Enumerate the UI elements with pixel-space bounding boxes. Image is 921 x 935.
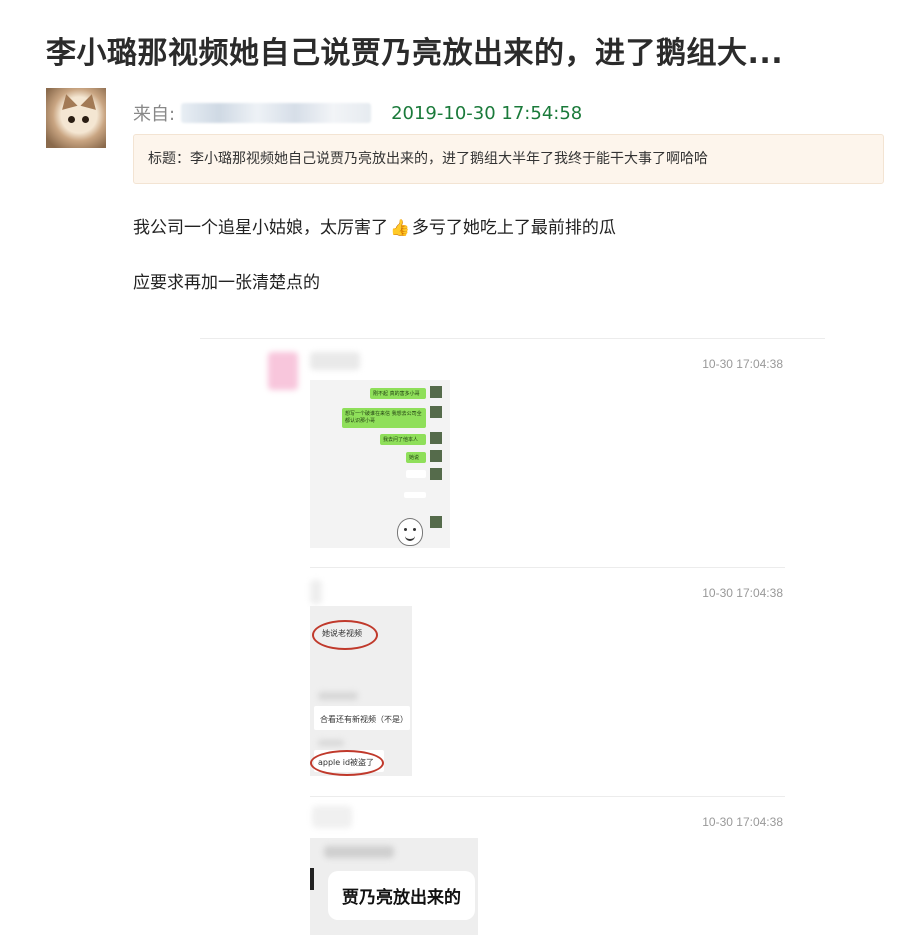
sticker-face-icon — [397, 518, 423, 546]
chat-screenshot-1[interactable]: 刚不起 真的害多小哥 想写一个破谁在来信 我想去公司全都认识那小哥 我去问了他本… — [310, 380, 450, 548]
note-text: 她说老视频 — [322, 629, 362, 638]
blurred-text — [318, 692, 358, 700]
cat-ear-icon — [58, 92, 78, 110]
note-text: apple id被盗了 — [318, 758, 375, 767]
cat-ear-icon — [80, 92, 100, 110]
body-line-2: 应要求再加一张清楚点的 — [133, 273, 320, 293]
divider — [310, 796, 785, 797]
chat-bubble: 她说 — [406, 452, 426, 463]
blurred-avatar — [268, 352, 298, 390]
blurred-text — [324, 846, 394, 858]
chat-avatar-icon — [430, 468, 442, 480]
chat-bubble — [406, 470, 426, 478]
screenshot-time: 10-30 17:04:38 — [702, 586, 783, 600]
body-text-part: 我公司一个追星小姑娘，太厉害了 — [133, 218, 388, 238]
blurred-avatar — [312, 806, 352, 828]
screenshot-time: 10-30 17:04:38 — [702, 815, 783, 829]
divider — [200, 338, 825, 339]
chat-screenshot-3[interactable]: 贾乃亮放出来的 — [310, 838, 478, 935]
chat-avatar-icon — [430, 432, 442, 444]
cat-eye-icon — [82, 116, 89, 123]
user-avatar[interactable] — [46, 88, 106, 148]
blurred-text — [318, 740, 344, 746]
edge-mark — [310, 868, 314, 890]
chat-avatar-icon — [430, 516, 442, 528]
post-timestamp: 2019-10-30 17:54:58 — [391, 102, 583, 124]
chat-bubble — [404, 492, 426, 498]
chat-avatar-icon — [430, 386, 442, 398]
chat-bubble: 我去问了他本人 — [380, 434, 426, 445]
body-line-1: 我公司一个追星小姑娘，太厉害了 👍 多亏了她吃上了最前排的瓜 — [133, 213, 616, 238]
thumbs-up-icon: 👍 — [390, 218, 410, 237]
blurred-source-name[interactable] — [181, 103, 372, 123]
cat-eye-icon — [68, 116, 75, 123]
chat-screenshot-2[interactable]: 她说老视频 合看还有新视频（不是） apple id被盗了 — [310, 606, 412, 776]
subject-box: 标题：李小璐那视频她自己说贾乃亮放出来的，进了鹅组大半年了我终于能干大事了啊哈哈 — [133, 134, 884, 184]
divider — [310, 567, 785, 568]
screenshot-caption: 贾乃亮放出来的 — [328, 871, 475, 920]
from-label: 来自: — [133, 104, 176, 125]
note-text: 合看还有新视频（不是） — [320, 715, 408, 724]
post-meta: 来自: 2019-10-30 17:54:58 — [133, 100, 582, 126]
screenshot-time: 10-30 17:04:38 — [702, 357, 783, 371]
blurred-avatar — [310, 580, 322, 604]
post-title[interactable]: 李小璐那视频她自己说贾乃亮放出来的，进了鹅组大... — [46, 28, 906, 72]
chat-bubble: 想写一个破谁在来信 我想去公司全都认识那小哥 — [342, 408, 426, 428]
chat-avatar-icon — [430, 406, 442, 418]
chat-avatar-icon — [430, 450, 442, 462]
blurred-name — [310, 352, 360, 370]
body-text-part: 多亏了她吃上了最前排的瓜 — [411, 218, 616, 238]
chat-bubble: 刚不起 真的害多小哥 — [370, 388, 426, 399]
